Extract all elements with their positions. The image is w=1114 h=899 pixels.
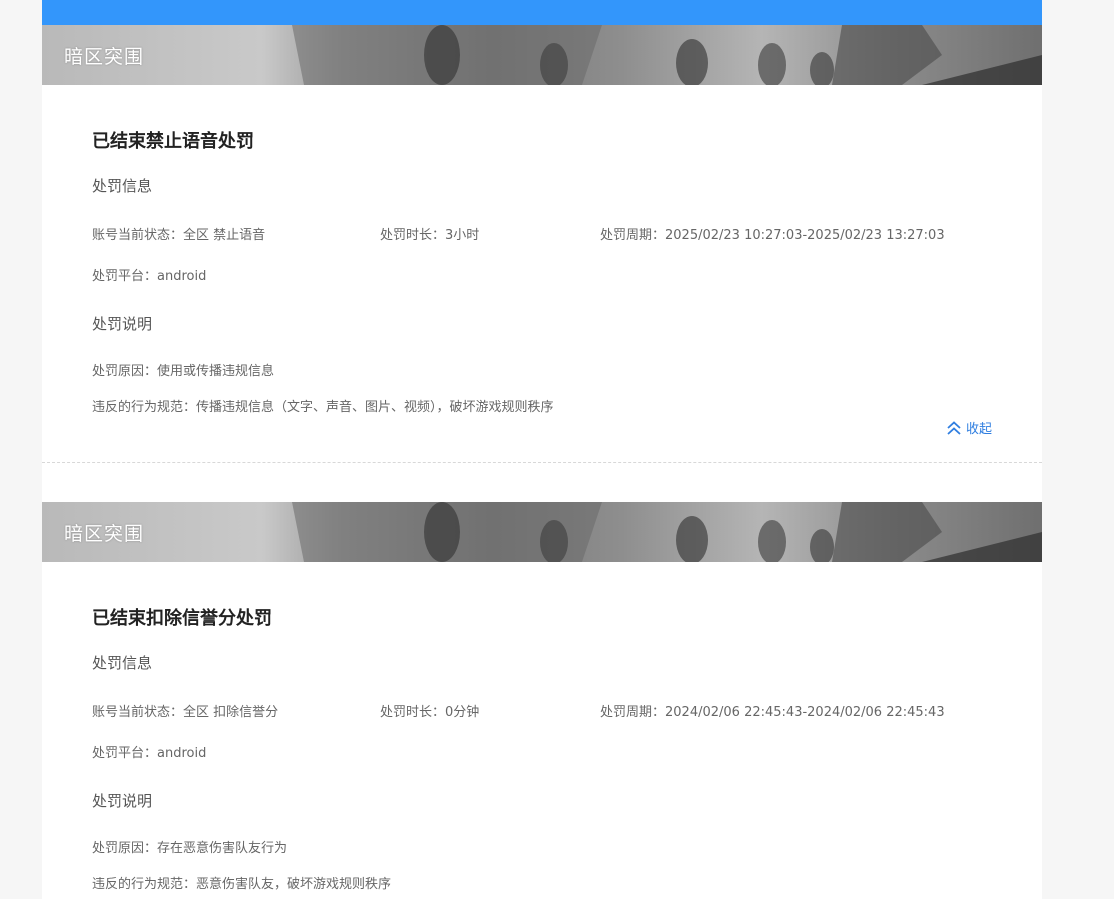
banner-artwork (292, 502, 1042, 562)
platform-label: 处罚平台： (92, 269, 158, 284)
description-section-title: 处罚说明 (92, 792, 153, 810)
account-status-value: 全区 禁止语音 (183, 228, 266, 243)
collapse-label: 收起 (965, 422, 992, 437)
duration-label: 处罚时长： (380, 228, 446, 243)
account-status-value: 全区 扣除信誉分 (183, 705, 279, 720)
punishment-record-card: 暗区突围 已结束扣除信誉分处罚 处罚信息 账号当前状态：全区 扣除信誉分 处罚时… (42, 502, 1042, 899)
rule-value: 传播违规信息（文字、声音、图片、视频），破坏游戏规则秩序 (196, 400, 554, 415)
double-chevron-up-icon (947, 420, 961, 435)
duration-value: 3小时 (445, 228, 480, 243)
duration-label: 处罚时长： (380, 705, 446, 720)
punishment-duration: 处罚时长：0分钟 (380, 701, 479, 720)
game-banner: 暗区突围 (42, 25, 1042, 85)
reason-label: 处罚原因： (92, 841, 158, 856)
rule-label: 违反的行为规范： (92, 400, 197, 415)
description-section-title: 处罚说明 (92, 315, 153, 333)
rule-label: 违反的行为规范： (92, 877, 197, 892)
punishment-period: 处罚周期：2025/02/23 10:27:03-2025/02/23 13:2… (600, 224, 945, 243)
period-value: 2025/02/23 10:27:03-2025/02/23 13:27:03 (665, 228, 945, 243)
game-banner: 暗区突围 (42, 502, 1042, 562)
info-section-title: 处罚信息 (92, 654, 153, 672)
account-status-label: 账号当前状态： (92, 228, 184, 243)
violated-rule: 违反的行为规范：恶意伤害队友，破坏游戏规则秩序 (92, 873, 391, 892)
platform-value: android (157, 269, 207, 284)
record-divider (42, 462, 1042, 463)
top-accent-bar (42, 0, 1042, 25)
violated-rule: 违反的行为规范：传播违规信息（文字、声音、图片、视频），破坏游戏规则秩序 (92, 396, 554, 415)
period-label: 处罚周期： (600, 228, 666, 243)
account-status: 账号当前状态：全区 扣除信誉分 (92, 701, 278, 720)
platform-label: 处罚平台： (92, 746, 158, 761)
reason-value: 存在恶意伤害队友行为 (157, 841, 288, 856)
account-status-label: 账号当前状态： (92, 705, 184, 720)
punishment-platform: 处罚平台：android (92, 742, 206, 761)
record-content: 已结束禁止语音处罚 处罚信息 账号当前状态：全区 禁止语音 处罚时长：3小时 处… (42, 85, 1042, 502)
collapse-button[interactable]: 收起 (946, 418, 992, 437)
punishment-status-title: 已结束禁止语音处罚 (92, 131, 254, 152)
punishment-period: 处罚周期：2024/02/06 22:45:43-2024/02/06 22:4… (600, 701, 945, 720)
punishment-status-title: 已结束扣除信誉分处罚 (92, 608, 272, 629)
account-status: 账号当前状态：全区 禁止语音 (92, 224, 265, 243)
punishment-reason: 处罚原因：存在恶意伤害队友行为 (92, 837, 287, 856)
duration-value: 0分钟 (445, 705, 480, 720)
platform-value: android (157, 746, 207, 761)
game-name: 暗区突围 (64, 46, 145, 68)
punishment-reason: 处罚原因：使用或传播违规信息 (92, 360, 274, 379)
period-label: 处罚周期： (600, 705, 666, 720)
reason-label: 处罚原因： (92, 364, 158, 379)
record-content: 已结束扣除信誉分处罚 处罚信息 账号当前状态：全区 扣除信誉分 处罚时长：0分钟… (42, 562, 1042, 899)
reason-value: 使用或传播违规信息 (157, 364, 275, 379)
game-name: 暗区突围 (64, 523, 145, 545)
punishment-record-page: 暗区突围 已结束禁止语音处罚 处罚信息 账号当前状态：全区 禁止语音 处罚时长：… (42, 0, 1042, 899)
banner-artwork (292, 25, 1042, 85)
period-value: 2024/02/06 22:45:43-2024/02/06 22:45:43 (665, 705, 945, 720)
punishment-record-card: 暗区突围 已结束禁止语音处罚 处罚信息 账号当前状态：全区 禁止语音 处罚时长：… (42, 25, 1042, 502)
punishment-platform: 处罚平台：android (92, 265, 206, 284)
info-section-title: 处罚信息 (92, 177, 153, 195)
rule-value: 恶意伤害队友，破坏游戏规则秩序 (196, 877, 392, 892)
punishment-duration: 处罚时长：3小时 (380, 224, 479, 243)
